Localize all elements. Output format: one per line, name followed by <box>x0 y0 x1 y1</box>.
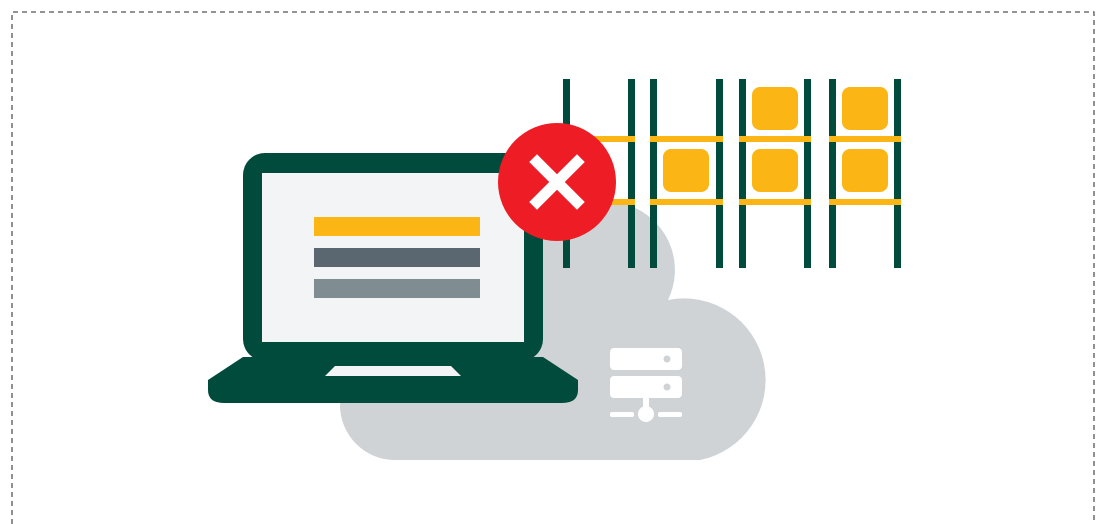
close-icon <box>498 123 616 241</box>
rack-box <box>663 149 709 192</box>
rack-box <box>842 87 888 130</box>
laptop-base <box>208 357 578 403</box>
illustration <box>11 11 1095 524</box>
screen-bar-primary <box>314 217 480 236</box>
rack-box <box>842 149 888 192</box>
screen-bar-light <box>314 279 480 298</box>
rack-box <box>752 149 798 192</box>
rack-box <box>752 87 798 130</box>
screen-bar-dark <box>314 248 480 267</box>
laptop-trackpad <box>325 366 461 376</box>
